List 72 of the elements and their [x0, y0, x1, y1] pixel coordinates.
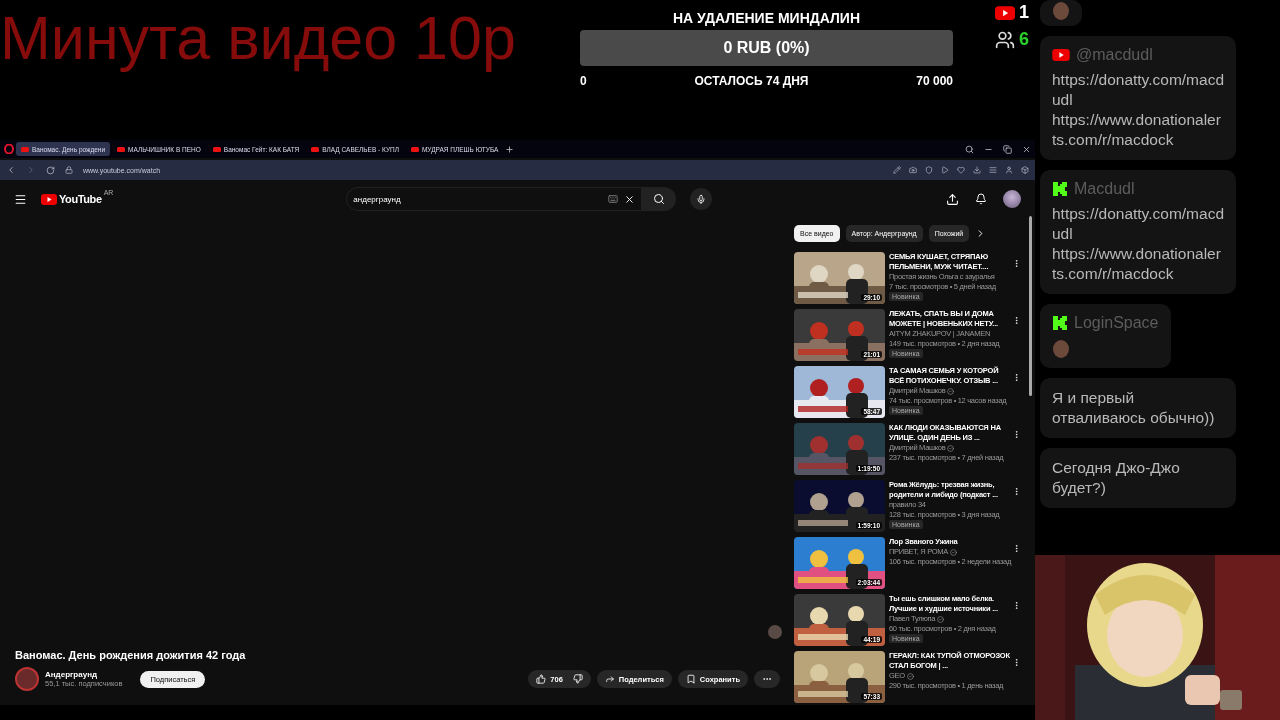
youtube-icon	[41, 193, 57, 205]
search-icon[interactable]	[965, 144, 974, 154]
lock-icon	[65, 166, 73, 174]
back-icon[interactable]	[6, 165, 16, 175]
new-tab-icon[interactable]	[505, 144, 515, 154]
account-avatar[interactable]	[1003, 190, 1021, 208]
youtube-icon	[311, 146, 320, 152]
chat-author: Macdudl	[1074, 180, 1135, 198]
goal-remaining: ОСТАЛОСЬ 74 ДНЯ	[694, 74, 809, 88]
search-icon	[653, 193, 666, 205]
youtube-icon	[117, 146, 126, 152]
clear-icon[interactable]	[624, 193, 636, 205]
goal-title: НА УДАЛЕНИЕ МИНДАЛИН	[672, 10, 861, 26]
channel-avatar[interactable]	[15, 667, 39, 691]
chat-text: https://donatty.com/macdudl https://www.donationalerts.com/r/macdock	[1052, 70, 1224, 150]
more-icon[interactable]	[1012, 259, 1021, 268]
viewers-icon	[995, 29, 1015, 50]
video-title: Ваномас. День рождения дожития 42 года	[15, 649, 247, 661]
scrollbar[interactable]	[1029, 216, 1032, 396]
more-button[interactable]	[754, 670, 780, 688]
edit-icon[interactable]	[893, 166, 901, 174]
goal-amount: 0 RUB (0%)	[723, 39, 810, 57]
youtube-icon	[1052, 49, 1070, 61]
thumbs-up-icon	[536, 674, 547, 684]
youtube-icon	[995, 5, 1015, 20]
kick-icon	[1052, 315, 1068, 331]
chat-text: Сегодня Джо-Джо будет?)	[1052, 458, 1181, 498]
more-icon[interactable]	[1012, 544, 1021, 553]
keyboard-icon[interactable]	[608, 194, 619, 204]
chat-text: Я и первый отваливаюсь обычно))	[1052, 388, 1216, 428]
play-icon[interactable]	[941, 166, 949, 174]
emote-icon	[1052, 338, 1070, 358]
share-icon	[604, 674, 615, 684]
download-icon[interactable]	[973, 166, 981, 174]
more-icon[interactable]	[1012, 430, 1021, 439]
upload-icon[interactable]	[946, 192, 959, 206]
chat-author: @macdudl	[1076, 46, 1153, 64]
viewer-count: 1	[1019, 2, 1029, 23]
menu-icon[interactable]	[14, 192, 27, 206]
search-button[interactable]	[642, 187, 677, 211]
close-icon[interactable]	[1022, 144, 1031, 154]
more-icon[interactable]	[1012, 316, 1021, 325]
emote-icon	[1052, 0, 1070, 20]
shield-icon[interactable]	[925, 166, 933, 174]
thumbs-down-icon[interactable]	[572, 674, 583, 684]
chat-author: LoginSpace	[1074, 314, 1159, 332]
more-icon[interactable]	[1012, 658, 1021, 667]
restore-icon[interactable]	[1003, 144, 1012, 154]
goal-min: 0	[580, 74, 587, 88]
youtube-icon	[21, 146, 29, 152]
mic-button[interactable]	[690, 188, 713, 210]
cube-icon[interactable]	[1021, 166, 1029, 174]
mic-icon	[696, 193, 707, 205]
more-icon[interactable]	[1012, 373, 1021, 382]
channel-name[interactable]: Андерграунд	[45, 670, 123, 679]
reload-icon[interactable]	[46, 165, 55, 175]
chat-text: https://donatty.com/macdudl https://www.donationalerts.com/r/macdock	[1052, 204, 1224, 284]
viewer-count: 6	[1019, 29, 1029, 50]
more-icon[interactable]	[1012, 487, 1021, 496]
youtube-icon	[212, 146, 221, 152]
bell-icon[interactable]	[975, 193, 987, 205]
browser-logo-icon	[4, 144, 14, 154]
user-icon[interactable]	[1005, 166, 1013, 174]
avatar-icon	[768, 625, 782, 639]
youtube-icon	[410, 146, 419, 152]
kick-icon	[1052, 181, 1068, 197]
camera-icon[interactable]	[909, 166, 917, 174]
bookmark-icon	[685, 674, 696, 684]
more-icon[interactable]	[1012, 601, 1021, 610]
youtube-logo[interactable]: YouTube	[59, 193, 102, 205]
heart-icon[interactable]	[957, 166, 965, 174]
goal-max: 70 000	[916, 74, 953, 88]
